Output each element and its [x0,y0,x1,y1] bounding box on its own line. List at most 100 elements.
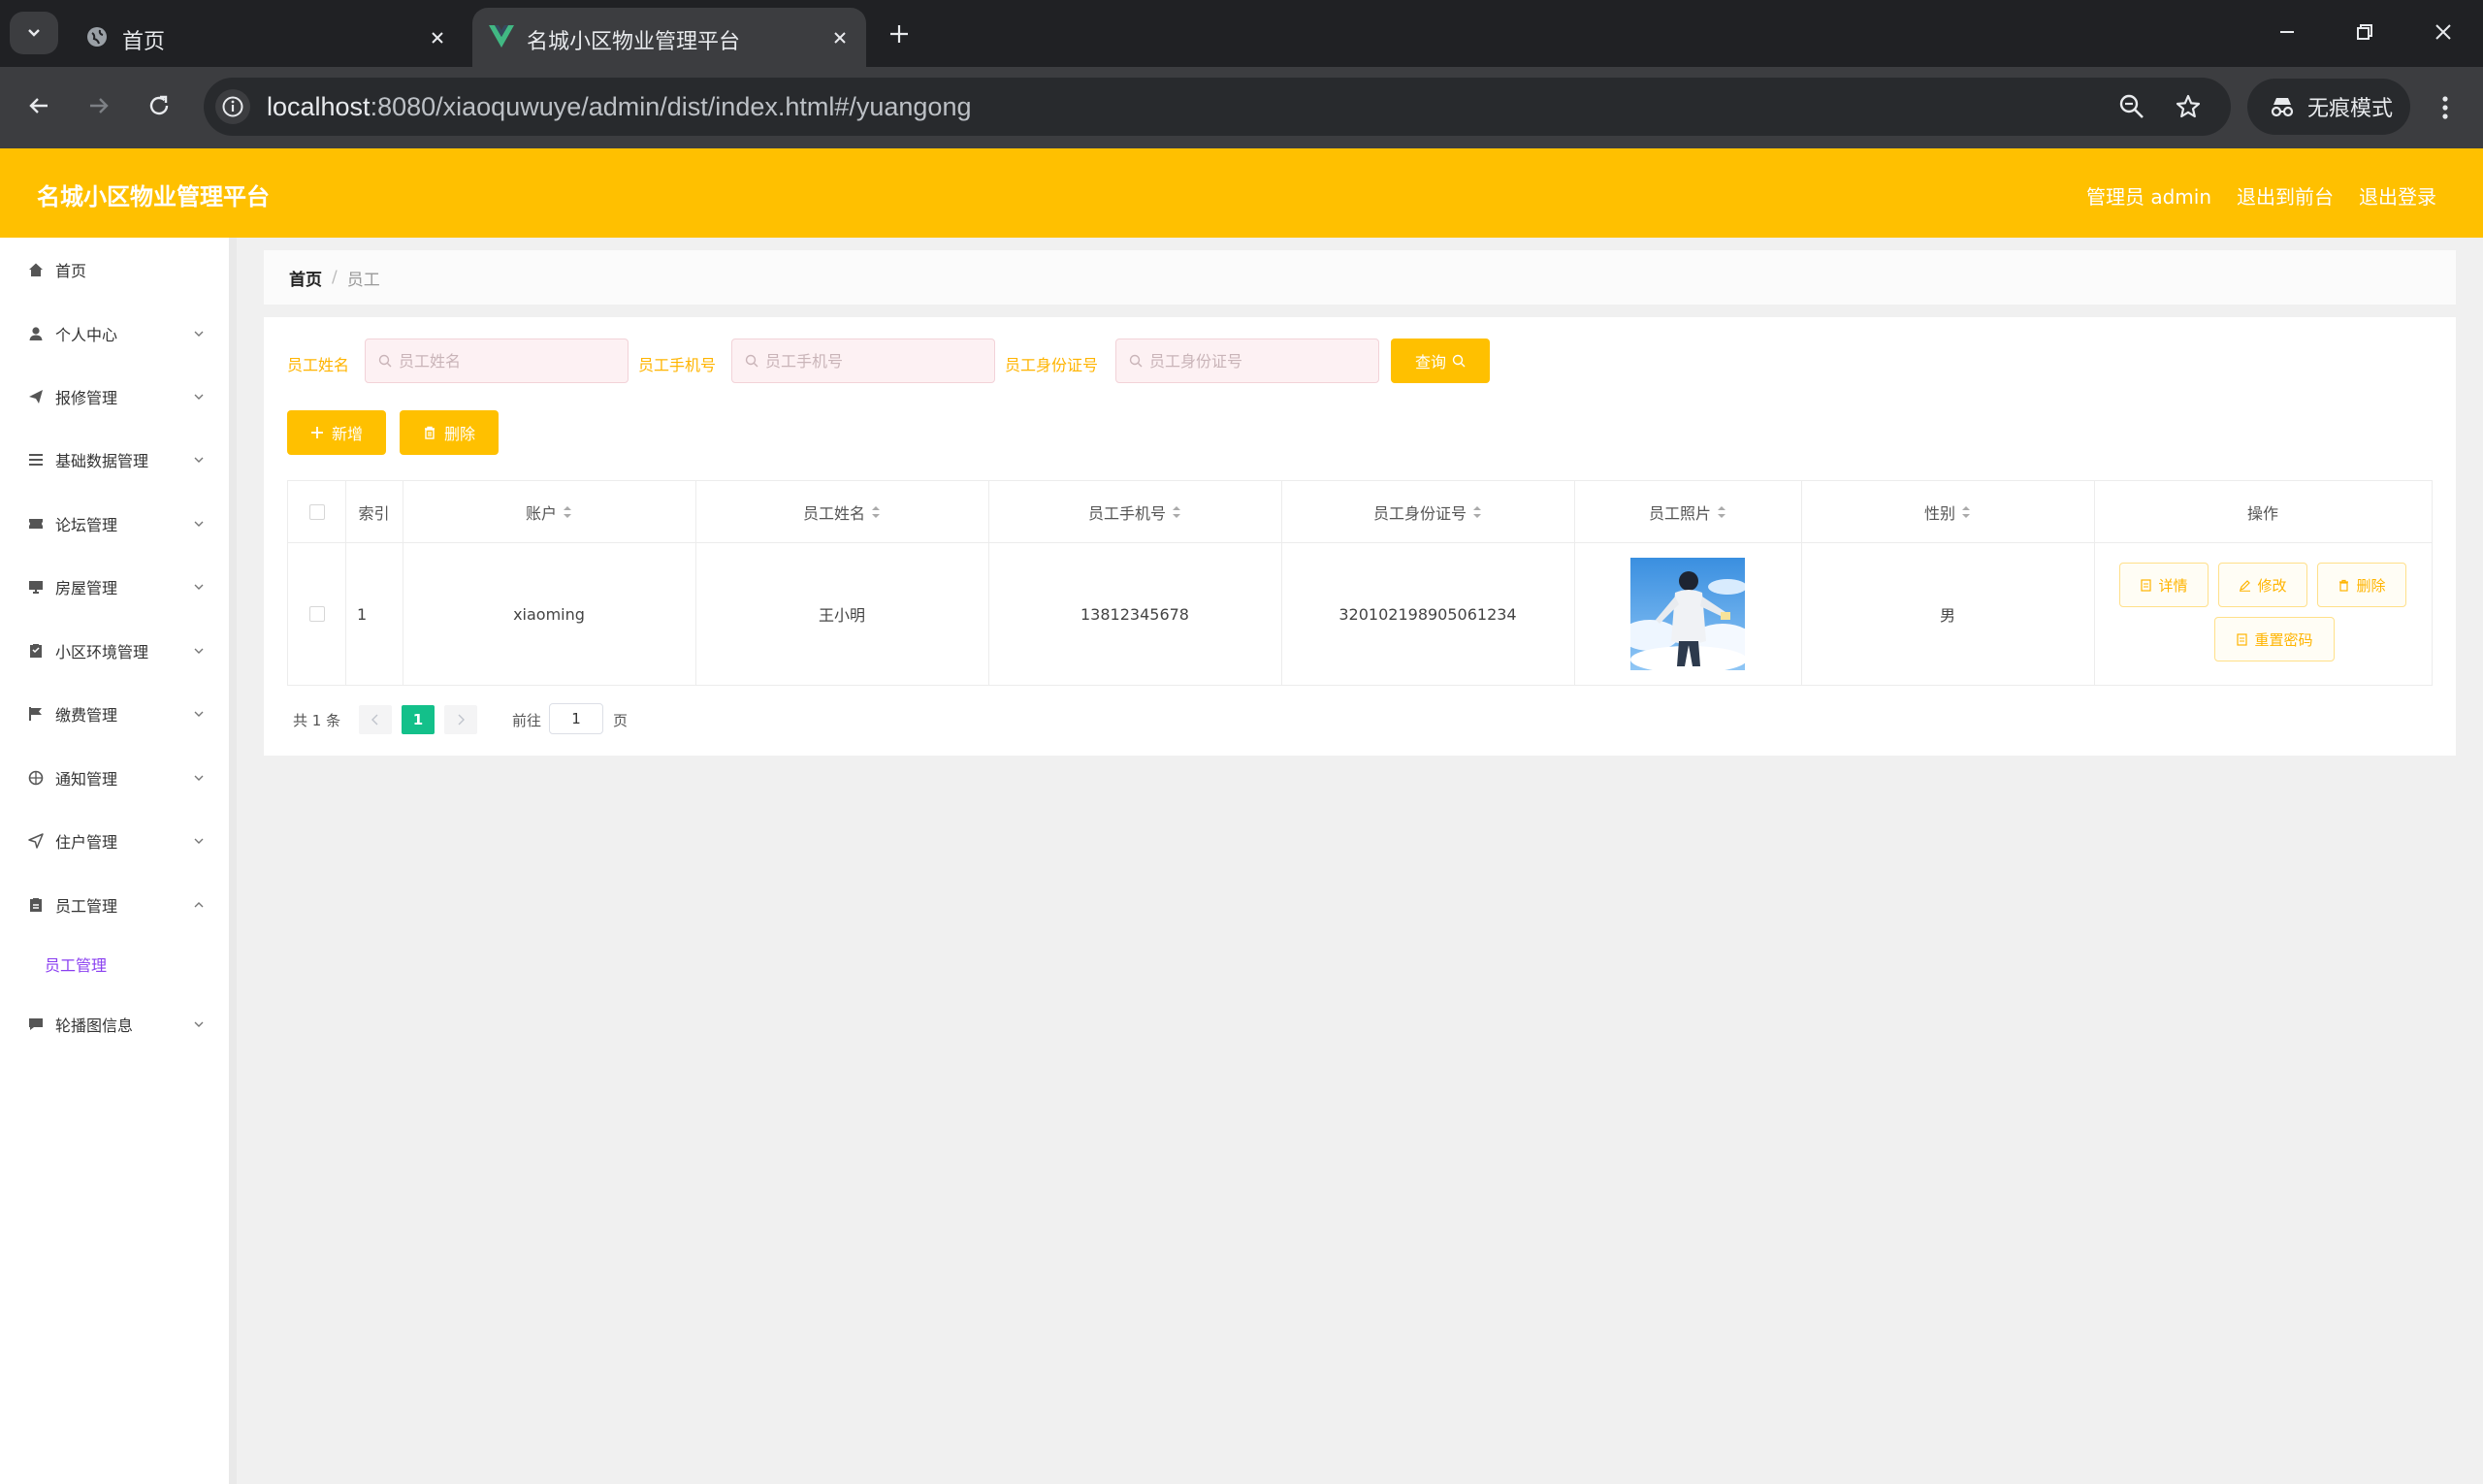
query-button[interactable]: 查询 [1391,339,1490,383]
plus-icon[interactable] [885,19,914,48]
sort-caret-icon[interactable] [871,505,881,519]
address-bar[interactable]: localhost:8080/xiaoquwuye/admin/dist/ind… [204,78,2231,136]
app-header: 名城小区物业管理平台 管理员 admin 退出到前台 退出登录 [0,148,2483,238]
logout-link[interactable]: 退出登录 [2359,181,2436,210]
sidebar-item-profile[interactable]: 个人中心 [0,314,229,353]
minimize-icon[interactable] [2273,17,2302,47]
query-button-label: 查询 [1414,353,1446,371]
select-all-cell [288,481,345,543]
staff-panel: 员工姓名 员工手机号 员工身份证号 查询 新增 删除 [264,317,2456,756]
table-row: 1 xiaoming 王小明 13812345678 3201021989050… [288,543,2432,685]
goto-page-input[interactable]: 1 [549,703,603,734]
sidebar-item-staff[interactable]: 员工管理 [0,886,229,924]
header-ops: 操作 [2246,504,2278,523]
header-phone[interactable]: 员工手机号 [988,481,1281,543]
sidebar-item-repair[interactable]: 报修管理 [0,377,229,416]
sidebar-item-label: 缴费管理 [55,706,118,725]
header-gender-label: 性别 [1923,504,1955,523]
staff-table: 索引 账户 员工姓名 员工手机号 员工身份证号 员工照片 性别 操作 1 xia… [287,480,2433,686]
header-name[interactable]: 员工姓名 [695,481,988,543]
header-photo-label: 员工照片 [1648,504,1711,523]
forward-arrow-icon[interactable] [80,86,118,125]
sidebar-item-home[interactable]: 首页 [0,250,229,289]
name-search-field[interactable] [365,339,629,383]
chevron-down-icon [192,517,206,531]
close-icon[interactable] [827,25,853,50]
sort-caret-icon[interactable] [563,505,572,519]
url-text: localhost:8080/xiaoquwuye/admin/dist/ind… [267,92,972,121]
app-title: 名城小区物业管理平台 [37,183,270,210]
sidebar-subitem-staff-management[interactable]: 员工管理 [45,952,107,976]
tab-home[interactable]: 首页 [68,8,464,67]
zoom-icon[interactable] [2116,91,2147,122]
sidebar-item-resident[interactable]: 住户管理 [0,822,229,860]
sort-caret-icon[interactable] [1172,505,1181,519]
sidebar-item-carousel[interactable]: 轮播图信息 [0,1005,229,1044]
add-button[interactable]: 新增 [287,410,386,455]
chevron-down-icon [192,834,206,848]
restore-icon[interactable] [2350,17,2379,47]
idcard-search-input[interactable] [1149,349,1363,372]
cell-photo [1574,543,1801,685]
page-number-button[interactable]: 1 [402,705,435,734]
header-idcard[interactable]: 员工身份证号 [1281,481,1574,543]
bookmark-star-icon[interactable] [2173,91,2204,122]
clipboard-icon [27,642,45,660]
sort-caret-icon[interactable] [1961,505,1971,519]
close-window-icon[interactable] [2429,17,2458,47]
comment-icon [27,1016,45,1033]
chevron-down-icon [192,453,206,467]
header-gender[interactable]: 性别 [1801,481,2094,543]
chevron-up-icon [192,898,206,912]
edit-button[interactable]: 修改 [2218,563,2307,607]
search-icon [1128,353,1144,369]
back-arrow-icon[interactable] [19,86,58,125]
breadcrumb-home[interactable]: 首页 [289,266,322,290]
sidebar-item-payment[interactable]: 缴费管理 [0,694,229,733]
header-account[interactable]: 账户 [403,481,695,543]
incognito-indicator[interactable]: 无痕模式 [2247,79,2410,135]
name-search-input[interactable] [399,349,612,372]
close-icon[interactable] [425,25,450,50]
cell-ops: 详情 修改 删除 重置密码 [2094,543,2432,685]
next-page-button[interactable] [444,705,477,734]
more-menu-icon[interactable] [2431,88,2460,127]
site-info-icon[interactable] [215,89,250,124]
sidebar-item-forum[interactable]: 论坛管理 [0,504,229,543]
go-frontend-link[interactable]: 退出到前台 [2237,181,2334,210]
trash-icon [2338,579,2350,592]
sidebar-item-basedata[interactable]: 基础数据管理 [0,440,229,479]
idcard-search-field[interactable] [1115,339,1379,383]
sort-caret-icon[interactable] [1472,505,1482,519]
edit-button-label: 修改 [2257,576,2287,595]
sidebar-item-notice[interactable]: 通知管理 [0,758,229,797]
document-icon [27,896,45,914]
chevron-down-icon [28,29,40,37]
reload-icon[interactable] [140,86,178,125]
tab-platform[interactable]: 名城小区物业管理平台 [472,8,866,67]
phone-search-input[interactable] [765,349,979,372]
header-photo[interactable]: 员工照片 [1574,481,1801,543]
prev-page-button[interactable] [359,705,392,734]
sidebar-item-house[interactable]: 房屋管理 [0,567,229,606]
sidebar-item-environment[interactable]: 小区环境管理 [0,631,229,670]
pagination: 共 1 条 1 前往 1 页 [293,703,681,736]
sidebar-item-label: 基础数据管理 [55,452,149,470]
cell-name: 王小明 [818,606,865,625]
reset-password-button[interactable]: 重置密码 [2214,617,2335,661]
staff-photo[interactable] [1630,558,1745,670]
sidebar-item-label: 首页 [55,262,87,280]
document-icon [2140,578,2152,592]
header-account-label: 账户 [525,504,557,523]
select-all-checkbox[interactable] [308,504,325,520]
delete-button[interactable]: 删除 [2317,563,2406,607]
tab-search-button[interactable] [10,12,58,54]
sort-caret-icon[interactable] [1717,505,1726,519]
row-checkbox[interactable] [308,606,325,622]
search-icon [744,353,759,369]
phone-search-field[interactable] [731,339,995,383]
row-select-cell [288,543,345,685]
detail-button[interactable]: 详情 [2119,563,2209,607]
batch-delete-button[interactable]: 删除 [400,410,499,455]
sidebar-item-label: 住户管理 [55,833,118,852]
